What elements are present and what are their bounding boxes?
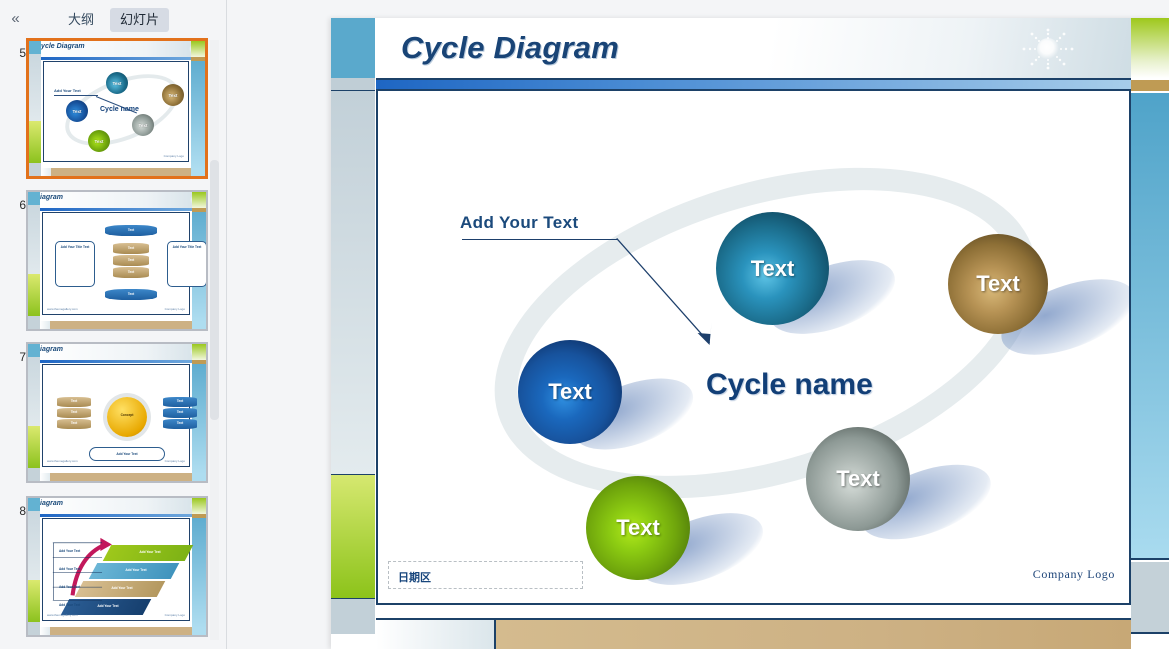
cycle-node-blue[interactable]: Text [518,340,622,444]
node-label: Text [70,399,78,403]
add-your-text-label: Add Your Text [54,88,81,93]
slide-number: 7 [19,350,26,364]
thumbnail-scrollbar-thumb[interactable] [210,160,219,420]
row-label: Add Your Text [59,603,81,607]
diagram-area[interactable]: Text Text Text Text Text Add Your Text C… [376,91,1131,605]
company-logo-label: Company Logo [163,154,184,158]
node-label: Text [616,515,660,540]
company-logo-label: Company Logo [164,307,185,311]
cycle-node-gray[interactable]: Text [806,427,910,531]
slide-thumbnail-5[interactable]: Cycle Diagram Text Text Text Text Text A… [26,38,208,179]
company-logo-label[interactable]: Company Logo [1033,567,1115,582]
url-label: www.themegallery.com [47,307,78,311]
list-item[interactable]: 8 Diagram Add Your Text Add Your Text Ad… [0,496,214,641]
navigator-tabs: 大纲 幻灯片 [58,8,170,32]
company-logo-label: Company Logo [164,459,185,463]
node-label: Text [127,228,135,232]
node-label: Text [70,421,78,425]
row-label: Add Your Text [59,549,81,553]
node-label: Text [836,466,880,491]
node-label: Text [176,399,184,403]
row-label: Add Your Text [59,567,81,571]
slide-number: 8 [19,504,26,518]
slide-right-decoration [1131,18,1169,649]
node-label: Text [127,258,135,262]
node-label: Text [548,379,592,404]
node-label: Text [70,410,78,414]
cycle-name-label: Cycle name [100,106,139,113]
side-title-label: Add Your Title Text [172,245,202,249]
date-placeholder[interactable]: 日期区 [388,561,583,589]
node-label: Text [106,72,128,94]
node-label: Text [750,255,795,281]
slide-editor-canvas[interactable]: Cycle Diagram Text Text Text Text Text A… [331,18,1169,649]
add-your-text-underline [462,239,617,240]
url-label: www.themegallery.com [47,613,78,617]
list-item[interactable]: 6 Diagram Text Text Text Text Text Add Y… [0,190,214,335]
slide-thumbnail-6[interactable]: Diagram Text Text Text Text Text Add You… [26,190,208,331]
caption-label: Add Your Text [116,452,138,456]
thumb-title: Cycle Diagram [36,43,85,50]
center-label: Concept [120,413,134,417]
slide-navigator-panel: « 大纲 幻灯片 5 Cycle Diagram Text Text Text … [0,0,220,649]
cycle-node-brown[interactable]: Text [948,234,1048,334]
node-label: Text [176,410,184,414]
collapse-panel-icon[interactable]: « [4,8,26,30]
node-label: Text [176,421,184,425]
slide-left-decoration [331,18,375,649]
slide-number: 5 [19,46,26,60]
thumbnail-list[interactable]: 5 Cycle Diagram Text Text Text Text Text… [0,34,220,649]
list-item[interactable]: 5 Cycle Diagram Text Text Text Text Text… [0,38,214,183]
tab-outline[interactable]: 大纲 [58,8,104,32]
row-label: Add Your Text [59,585,81,589]
date-placeholder-label: 日期区 [398,572,431,584]
slide-thumbnail-7[interactable]: Diagram Concept Text Text Text Text Text… [26,342,208,483]
slide-footer-left [376,618,494,649]
node-label: Text [976,271,1020,296]
node-label: Text [66,100,88,122]
cycle-node-teal[interactable]: Text [716,212,829,325]
cycle-node-green[interactable]: Text [586,476,690,580]
add-your-text-label[interactable]: Add Your Text [460,213,579,233]
slide-footer-band [494,618,1131,649]
node-label: Text [132,114,154,136]
slide-number: 6 [19,198,26,212]
list-item[interactable]: 7 Diagram Concept Text Text Text Text Te… [0,342,214,487]
panel-divider [226,0,227,649]
url-label: www.themegallery.com [47,459,78,463]
slide-thumbnail-8[interactable]: Diagram Add Your Text Add Your Text Add … [26,496,208,637]
node-label: Text [162,84,184,106]
node-label: Text [127,270,135,274]
cycle-name-label[interactable]: Cycle name [706,368,873,402]
sun-starburst-icon [1022,28,1074,70]
page-title[interactable]: Cycle Diagram [401,30,619,66]
side-title-label: Add Your Title Text [60,245,90,249]
company-logo-label: Company Logo [164,613,185,617]
node-label: Text [127,292,135,296]
header-accent-band [376,80,1131,89]
node-label: Text [88,130,110,152]
tab-slides[interactable]: 幻灯片 [110,8,170,32]
node-label: Text [127,246,135,250]
